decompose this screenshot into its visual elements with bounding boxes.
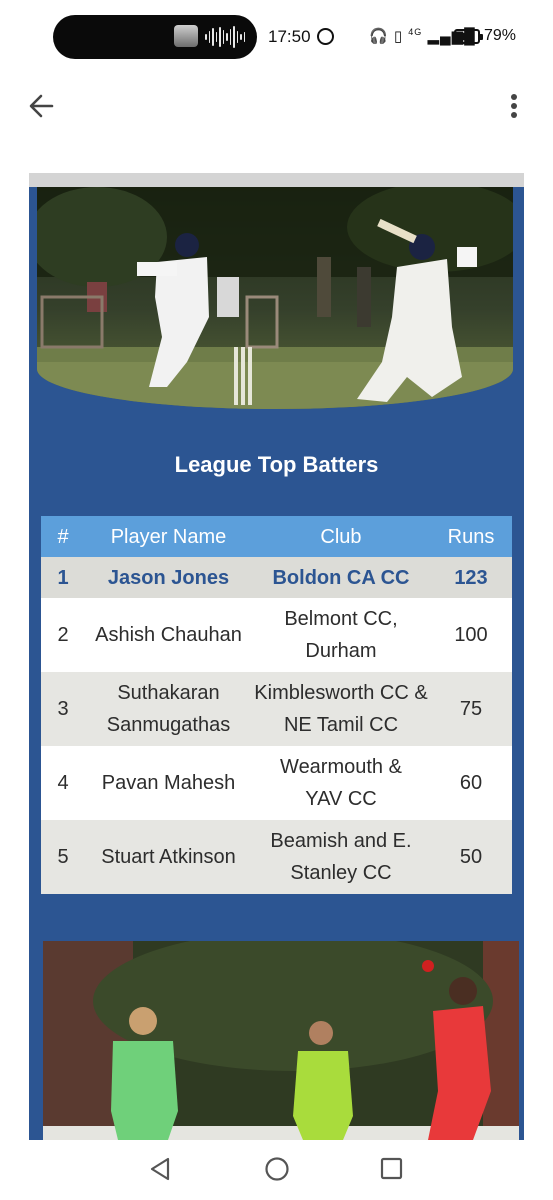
column-header-club: Club [320, 525, 362, 548]
nav-home-button[interactable] [262, 1154, 292, 1184]
battery-percent: 79% [484, 27, 517, 44]
runs-cell: 123 [454, 566, 488, 589]
nav-recents-button[interactable] [377, 1154, 407, 1184]
player-cell: Suthakaran Sanmugathas [106, 682, 231, 736]
more-options-button[interactable] [498, 88, 530, 124]
club-cell: Boldon CA CC [272, 566, 410, 589]
rank-cell: 1 [57, 566, 69, 589]
table-row: 3 Suthakaran Sanmugathas Kimblesworth CC… [41, 672, 512, 746]
status-bar: 17:50 🎧 ▯ 4G ▂▄▆█ 79% [0, 0, 553, 76]
card-title: League Top Batters [174, 452, 379, 477]
back-button[interactable] [24, 88, 60, 124]
signal-label: 4G [408, 27, 423, 37]
rank-cell: 5 [57, 846, 69, 868]
player-cell: Stuart Atkinson [101, 846, 236, 868]
batting-photo [37, 187, 513, 409]
dynamic-island [53, 15, 257, 59]
more-vertical-icon [511, 94, 517, 118]
battery-icon [454, 29, 483, 44]
arrow-left-icon [29, 94, 54, 118]
system-nav-bar [0, 1140, 553, 1200]
club-cell: Beamish and E. Stanley CC [270, 830, 412, 884]
column-header-rank: # [57, 525, 69, 548]
recents-square-icon [380, 1157, 403, 1180]
club-cell: Wearmouth & YAV CC [280, 756, 402, 810]
club-cell: Belmont CC, Durham [284, 608, 398, 662]
rank-cell: 4 [57, 772, 69, 794]
runs-cell: 50 [459, 846, 483, 868]
table-row: 2 Ashish Chauhan Belmont CC, Durham 100 [41, 598, 512, 672]
table-row: 1 Jason Jones Boldon CA CC 123 [41, 557, 512, 598]
column-header-player: Player Name [110, 525, 227, 548]
bowling-photo [43, 941, 519, 1140]
top-batters-card: League Top Batters # Player Name Club Ru… [29, 187, 524, 1140]
player-cell: Ashish Chauhan [95, 624, 242, 646]
player-cell: Pavan Mahesh [101, 772, 236, 794]
vibrate-icon: ▯ [393, 28, 404, 45]
media-thumbnail [174, 25, 198, 47]
whatsapp-icon [317, 28, 334, 45]
player-cell: Jason Jones [107, 566, 230, 589]
card-top-border [29, 173, 524, 187]
runs-cell: 60 [459, 772, 483, 794]
batters-table: # Player Name Club Runs 1 Jason Jones Bo… [41, 516, 512, 894]
clock: 17:50 [268, 27, 311, 46]
home-circle-icon [265, 1157, 289, 1181]
rank-cell: 2 [57, 624, 69, 646]
table-row: 5 Stuart Atkinson Beamish and E. Stanley… [41, 820, 512, 894]
column-header-runs: Runs [447, 525, 495, 548]
rank-cell: 3 [57, 698, 69, 720]
runs-cell: 100 [454, 624, 488, 646]
table-header: # Player Name Club Runs [41, 516, 512, 557]
back-triangle-icon [150, 1157, 170, 1181]
table-row: 4 Pavan Mahesh Wearmouth & YAV CC 60 [41, 746, 512, 820]
nav-back-button[interactable] [146, 1154, 176, 1184]
audio-wave-icon [205, 25, 245, 49]
club-cell: Kimblesworth CC & NE Tamil CC [254, 682, 428, 736]
headphones-icon: 🎧 [369, 28, 389, 45]
runs-cell: 75 [459, 698, 483, 720]
